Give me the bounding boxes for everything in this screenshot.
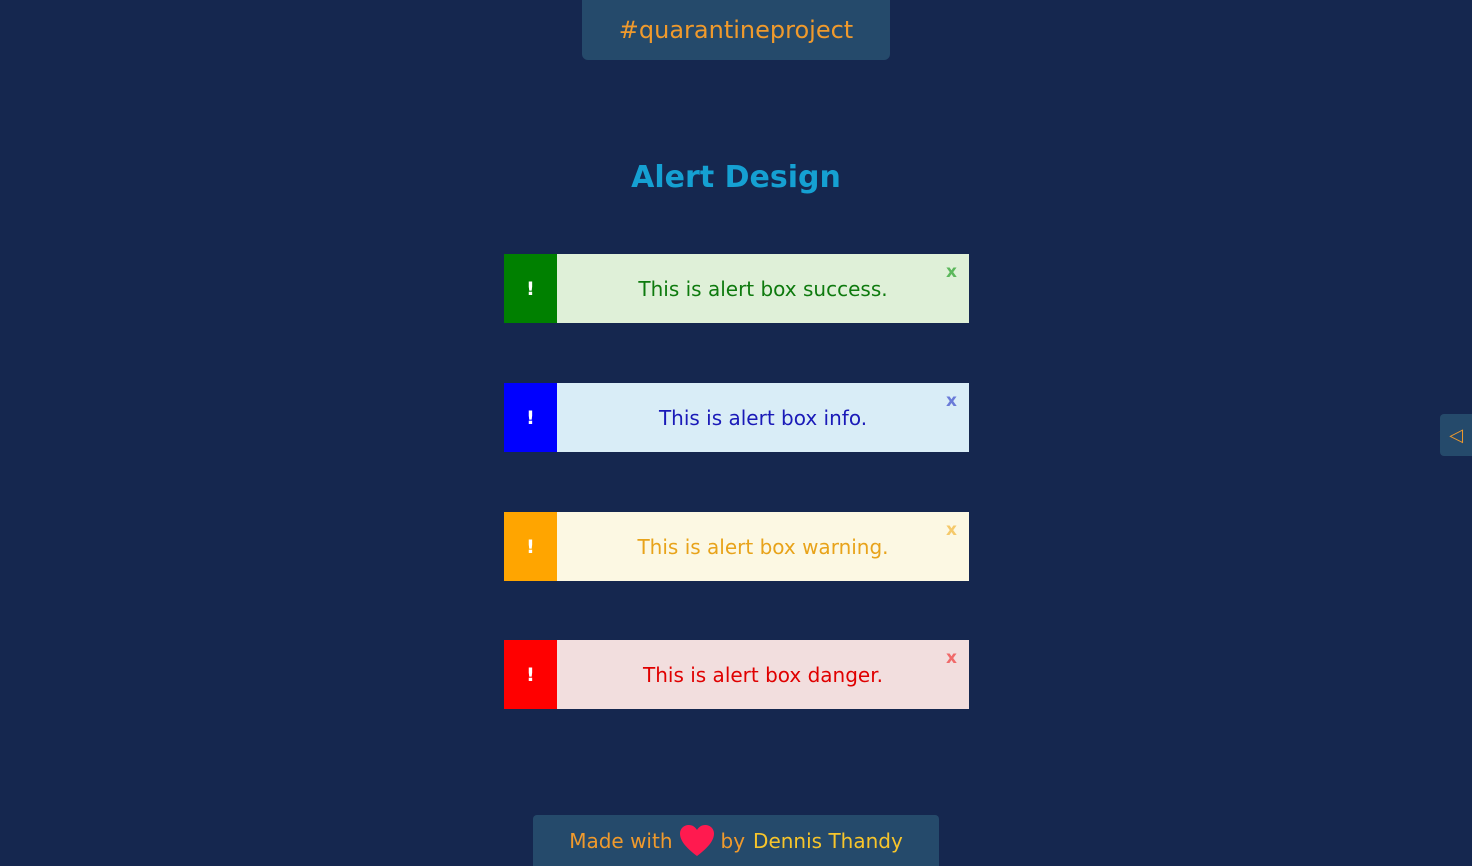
alert-info-icon: ! (504, 383, 557, 452)
author-link[interactable]: Dennis Thandy (753, 829, 903, 853)
alert-success-message-box: This is alert box success. x (557, 254, 969, 323)
alert-success-message: This is alert box success. (638, 276, 888, 301)
alert-danger-close-icon[interactable]: x (946, 648, 957, 668)
alert-info-message-box: This is alert box info. x (557, 383, 969, 452)
alert-info: ! This is alert box info. x (504, 383, 969, 452)
triangle-left-icon: ◁ (1449, 424, 1463, 446)
footer-made-with: Made with (569, 828, 673, 853)
alert-danger-message: This is alert box danger. (643, 662, 883, 687)
alert-danger-message-box: This is alert box danger. x (557, 640, 969, 709)
alert-warning-message: This is alert box warning. (637, 534, 889, 559)
alert-warning-icon: ! (504, 512, 557, 581)
alert-success-icon: ! (504, 254, 557, 323)
alert-warning-message-box: This is alert box warning. x (557, 512, 969, 581)
alert-success: ! This is alert box success. x (504, 254, 969, 323)
project-tag-label: #quarantineproject (618, 16, 854, 44)
alert-danger: ! This is alert box danger. x (504, 640, 969, 709)
alert-info-close-icon[interactable]: x (946, 391, 957, 411)
heart-icon (679, 824, 715, 858)
footer-by: by (720, 828, 746, 853)
alert-info-message: This is alert box info. (658, 405, 868, 430)
alert-warning: ! This is alert box warning. x (504, 512, 969, 581)
alert-warning-close-icon[interactable]: x (946, 520, 957, 540)
footer-credit: Made with by Dennis Thandy (533, 815, 939, 866)
page: #quarantineproject Alert Design ! This i… (0, 0, 1472, 866)
alert-success-close-icon[interactable]: x (946, 262, 957, 282)
side-panel-toggle[interactable]: ◁ (1440, 414, 1472, 456)
alert-danger-icon: ! (504, 640, 557, 709)
project-tag: #quarantineproject (582, 0, 890, 60)
page-title: Alert Design (631, 160, 841, 195)
